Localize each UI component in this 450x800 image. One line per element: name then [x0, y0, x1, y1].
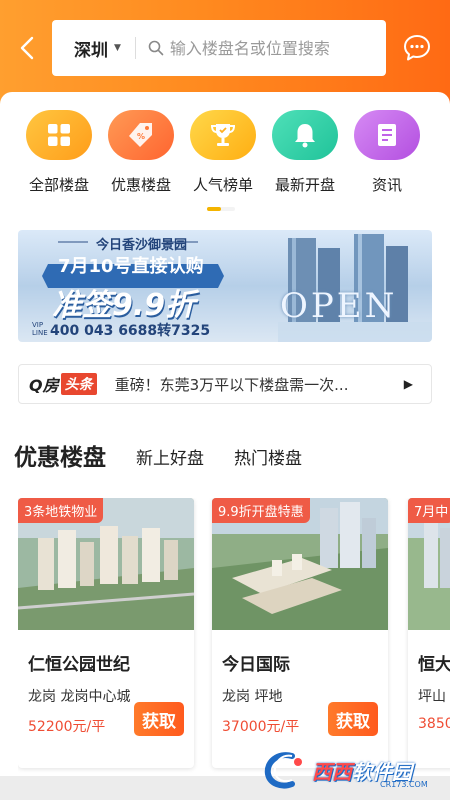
caret-down-icon: ▼ — [114, 43, 121, 53]
banner-vip-label: VIP LINE — [32, 321, 48, 337]
promo-badge: 9.9折开盘特惠 — [212, 498, 310, 523]
category-popular[interactable]: 人气榜单 — [182, 110, 264, 195]
listing-card[interactable]: 9.9折开盘特惠 今日国际 龙岗 坪地 37000元/平 获取 — [212, 498, 388, 768]
svg-text:%: % — [137, 132, 145, 141]
message-button[interactable] — [402, 33, 432, 63]
search-divider — [134, 37, 136, 59]
play-arrow-icon[interactable]: ▶ — [404, 377, 413, 391]
chat-bubble-icon — [404, 35, 430, 61]
category-new-open[interactable]: 最新开盘 — [264, 110, 346, 195]
banner-headline: 准签9.9折 — [52, 288, 196, 323]
grid-icon — [26, 110, 92, 160]
category-label: 最新开盘 — [274, 176, 335, 194]
news-logo: Q房 头条 — [29, 372, 97, 396]
listing-price: 3850 — [418, 716, 450, 732]
listing-price: 52200元/平 — [28, 719, 106, 735]
news-logo-q: Q房 — [29, 376, 59, 395]
banner-date-line: 7月10号直接认购 — [58, 256, 204, 277]
promo-badge: 7月中 — [408, 498, 450, 523]
news-ticker[interactable]: Q房 头条 重磅！东莞3万平以下楼盘需一次... ▶ — [18, 364, 432, 404]
back-button[interactable] — [14, 30, 40, 66]
promo-banner[interactable]: 今日香沙御景园 7月10号直接认购 准签9.9折 VIP LINE 400 04… — [18, 230, 432, 342]
tab-discount[interactable]: 优惠楼盘 — [14, 438, 106, 472]
category-news[interactable]: 资讯 — [346, 110, 428, 195]
watermark: 西西软件园 CR173.COM — [262, 748, 440, 792]
listing-location: 龙岗 坪地 — [222, 689, 283, 705]
listing-card[interactable]: 3条地铁物业 仁恒公园世纪 龙岗 龙岗中心城 52200元/平 获取 — [18, 498, 194, 768]
watermark-logo-icon — [264, 752, 302, 789]
banner-phone: 400 043 6688转7325 — [50, 323, 211, 339]
get-button[interactable]: 获取 — [134, 702, 184, 736]
promo-badge: 3条地铁物业 — [18, 498, 104, 523]
tag-icon: % — [108, 110, 174, 160]
category-label: 优惠楼盘 — [110, 176, 171, 194]
listing-name: 仁恒公园世纪 — [28, 655, 130, 675]
tab-hot[interactable]: 热门楼盘 — [234, 444, 302, 469]
search-icon — [146, 38, 166, 58]
get-button[interactable]: 获取 — [328, 702, 378, 736]
category-label: 全部楼盘 — [28, 176, 89, 194]
news-logo-tag: 头条 — [60, 373, 97, 395]
news-icon — [354, 110, 420, 160]
listing-name: 恒大 — [418, 655, 450, 675]
category-all[interactable]: 全部楼盘 — [18, 110, 100, 195]
category-label: 资讯 — [371, 176, 402, 194]
back-arrow-icon — [20, 36, 34, 60]
listing-card[interactable]: 7月中 恒大 坪山 3850 — [408, 498, 450, 768]
city-selector[interactable]: 深圳 ▼ — [52, 36, 121, 61]
listing-location: 龙岗 龙岗中心城 — [28, 689, 131, 705]
category-label: 人气榜单 — [192, 176, 253, 194]
listing-carousel: 3条地铁物业 仁恒公园世纪 龙岗 龙岗中心城 52200元/平 获取 9.9折开… — [18, 498, 450, 778]
search-input[interactable] — [169, 38, 370, 58]
page-indicator — [207, 207, 235, 211]
listing-tabs: 优惠楼盘 新上好盘 热门楼盘 — [14, 438, 332, 472]
trophy-icon — [190, 110, 256, 160]
city-label: 深圳 — [74, 40, 108, 61]
listing-location: 坪山 — [418, 689, 446, 705]
banner-open-text: OPEN — [280, 286, 398, 326]
listing-price: 37000元/平 — [222, 719, 300, 735]
listing-name: 今日国际 — [222, 655, 290, 675]
category-nav: 全部楼盘 % 优惠楼盘 人气榜单 最新开盘 资讯 — [0, 110, 450, 195]
watermark-site: CR173.COM — [380, 780, 428, 789]
news-headline[interactable]: 重磅！东莞3万平以下楼盘需一次... — [115, 374, 365, 395]
search-bar[interactable]: 深圳 ▼ — [52, 20, 386, 76]
main-content: 全部楼盘 % 优惠楼盘 人气榜单 最新开盘 资讯 今日香沙御景园 7月10号直接… — [0, 92, 450, 780]
bell-icon — [272, 110, 338, 160]
category-discount[interactable]: % 优惠楼盘 — [100, 110, 182, 195]
banner-top-text: 今日香沙御景园 — [96, 238, 188, 253]
tab-new-good[interactable]: 新上好盘 — [136, 444, 204, 469]
